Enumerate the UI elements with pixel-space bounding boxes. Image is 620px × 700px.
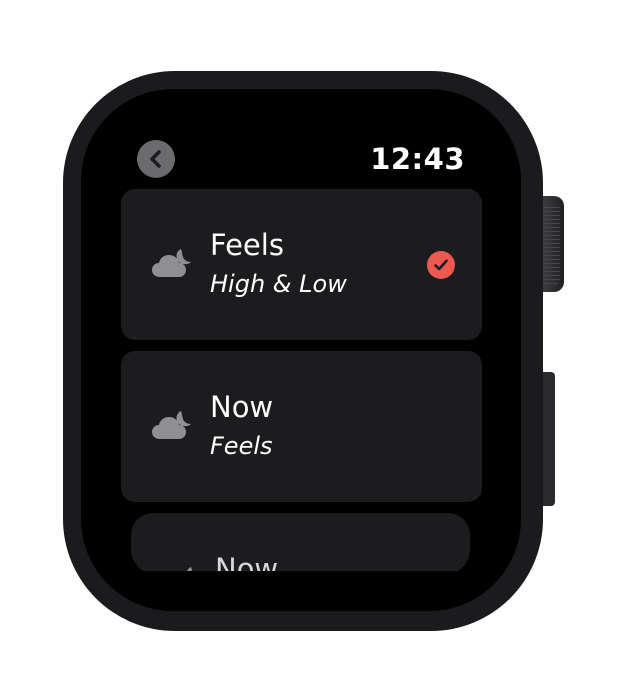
screen-bottom-edge [81, 571, 521, 611]
chevron-left-icon [150, 150, 161, 168]
back-button[interactable] [137, 140, 175, 178]
watch-screen: 12:43 Feels High & Low Now Feels Now [81, 89, 521, 611]
option-card-feels-high-low[interactable]: Feels High & Low [121, 189, 482, 340]
option-title: Feels [210, 228, 284, 262]
checkmark-icon [427, 251, 455, 279]
cloud-moon-icon [152, 249, 191, 277]
cloud-moon-icon [152, 411, 191, 439]
option-card-now[interactable]: Now [131, 513, 470, 575]
option-card-now-feels[interactable]: Now Feels [121, 351, 482, 502]
status-time: 12:43 [370, 142, 465, 176]
option-subtitle: High & Low [210, 270, 347, 298]
option-title: Now [210, 390, 274, 424]
watch-device: 12:43 Feels High & Low Now Feels Now [0, 0, 620, 700]
option-subtitle: Feels [210, 432, 273, 460]
